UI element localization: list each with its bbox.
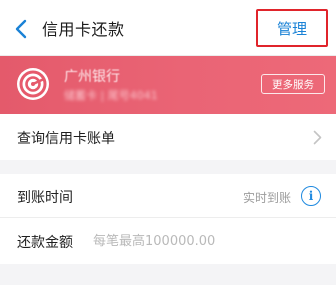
credit-card-repayment-screen: 信用卡还款 管理 广州银行 储蓄卡 | 尾号4041 更多服务 查询信用卡账单 … (0, 0, 336, 285)
page-title: 信用卡还款 (42, 20, 125, 39)
bottom-spacer (0, 264, 336, 285)
back-button[interactable] (10, 15, 32, 43)
bank-logo-icon (19, 70, 47, 98)
arrival-time-label: 到账时间 (17, 190, 73, 206)
bank-name: 广州银行 (64, 69, 120, 85)
bank-logo (17, 68, 49, 100)
repayment-amount-label: 还款金额 (17, 235, 73, 251)
manage-button[interactable]: 管理 (256, 9, 328, 47)
query-bill-label: 查询信用卡账单 (17, 131, 115, 147)
repayment-amount-row: 还款金额 (0, 218, 336, 264)
repayment-amount-input[interactable] (93, 230, 323, 252)
query-bill-row[interactable]: 查询信用卡账单 (0, 114, 336, 160)
bank-card-banner[interactable]: 广州银行 储蓄卡 | 尾号4041 更多服务 (0, 56, 336, 114)
chevron-left-icon (15, 19, 27, 39)
chevron-right-icon (313, 130, 322, 145)
bank-card-info: 储蓄卡 | 尾号4041 (64, 89, 158, 102)
more-services-button[interactable]: 更多服务 (261, 74, 325, 94)
info-icon[interactable]: i (301, 186, 321, 206)
navigation-bar: 信用卡还款 管理 (0, 0, 336, 56)
arrival-time-row: 到账时间 实时到账 i (0, 174, 336, 218)
arrival-time-value: 实时到账 (243, 191, 292, 205)
section-divider (0, 160, 336, 174)
